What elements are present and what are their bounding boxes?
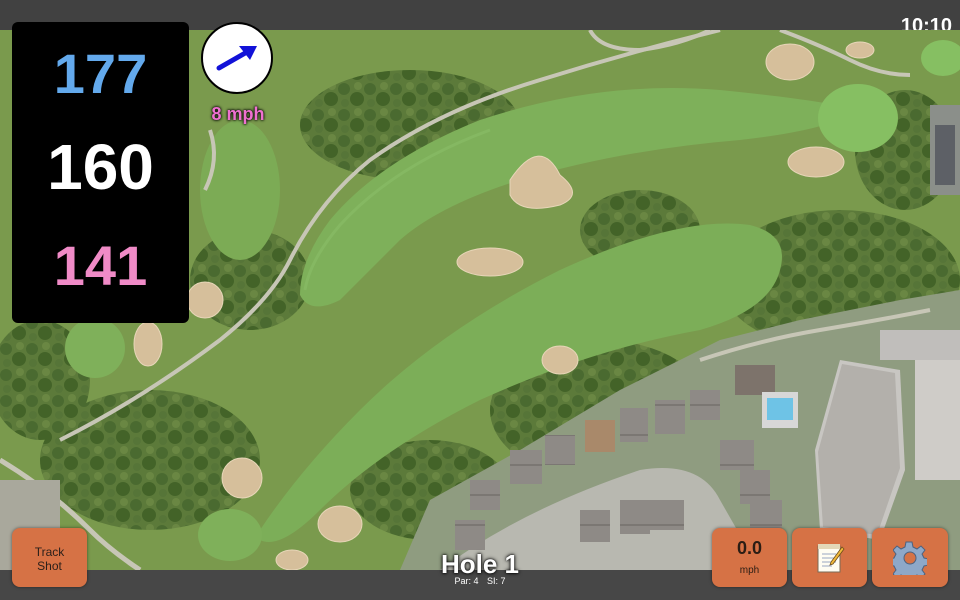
notes-button[interactable] (792, 528, 867, 587)
center-distance: 160 (47, 131, 154, 203)
speed-value: 0.0 (736, 538, 763, 558)
wind-indicator (201, 22, 273, 94)
speed-unit: mph (739, 565, 760, 576)
wind-speed: 8 mph (211, 104, 265, 124)
track-shot-label: Track Shot (34, 545, 65, 573)
back-distance: 177 (53, 42, 148, 105)
stroke-index-label: SI: 7 (487, 576, 506, 586)
notepad-icon (817, 543, 845, 572)
distance-panel: 177 160 141 (12, 22, 189, 323)
front-distance: 141 (53, 234, 148, 297)
track-shot-button[interactable]: Track Shot (12, 528, 87, 587)
green (818, 84, 898, 152)
hole-info: Par: 4 SI: 7 (380, 576, 580, 586)
gear-icon (893, 541, 927, 575)
speed-button[interactable]: 0.0 mph (712, 528, 787, 587)
arrow-icon (216, 46, 257, 71)
golf-gps-app: 10:10 177 160 141 8 mph Track Shot Hole … (0, 0, 960, 600)
par-label: Par: 4 (454, 576, 479, 586)
settings-button[interactable] (872, 528, 948, 587)
